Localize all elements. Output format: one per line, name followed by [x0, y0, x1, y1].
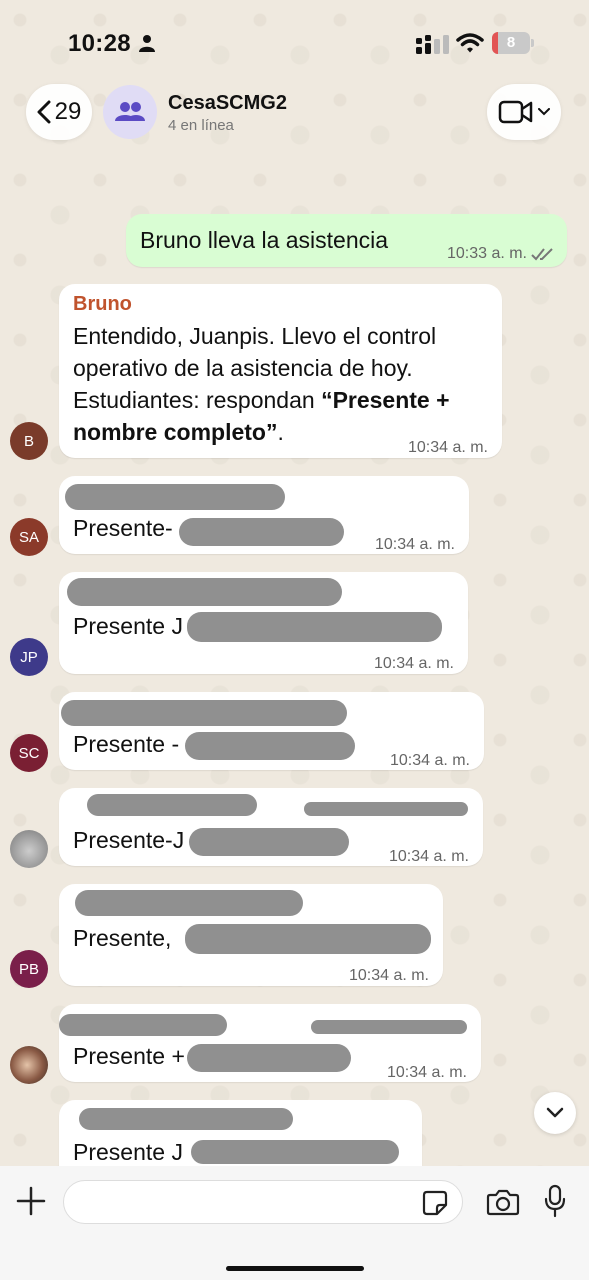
microphone-icon[interactable] [544, 1184, 566, 1218]
scroll-to-bottom-button[interactable] [534, 1092, 576, 1134]
redacted-sender [67, 578, 342, 606]
message-bubble[interactable]: Presente J [59, 1100, 422, 1166]
message-bubble[interactable]: Presente, 10:34 a. m. [59, 884, 443, 986]
message-text: Bruno lleva la asistencia [140, 227, 389, 253]
group-icon [115, 102, 145, 121]
avatar[interactable] [10, 830, 48, 868]
redacted-sender [59, 1014, 227, 1036]
message-time: 10:34 a. m. [348, 967, 429, 984]
redacted-phone [311, 1020, 467, 1034]
avatar[interactable]: JP [10, 638, 48, 676]
message-bubble[interactable]: Presente - 10:34 a. m. [59, 692, 484, 770]
redacted-sender [61, 700, 347, 726]
message-time: 10:34 a. m. [374, 536, 455, 553]
redacted-sender [75, 890, 303, 916]
message-text: Presente- [73, 515, 173, 541]
sender-name: Bruno [73, 293, 132, 315]
camera-icon[interactable] [486, 1188, 520, 1216]
person-icon [139, 35, 155, 52]
avatar[interactable] [10, 1046, 48, 1084]
message-time: 10:34 a. m. [407, 439, 488, 456]
message-text: Presente - [73, 731, 180, 757]
message-bubble[interactable]: Presente + 10:34 a. m. [59, 1004, 481, 1082]
message-time: 10:34 a. m. [386, 1064, 467, 1081]
redacted-text [187, 1044, 351, 1072]
redacted-phone [304, 802, 468, 816]
chevron-down-icon [538, 108, 550, 116]
chat-title[interactable]: CesaSCMG2 [168, 92, 287, 115]
redacted-text [185, 732, 355, 760]
redacted-sender [79, 1108, 293, 1130]
message-bubble[interactable]: Presente J 10:34 a. m. [59, 572, 468, 674]
battery-level: 8 [506, 34, 516, 51]
back-button[interactable]: 29 [26, 84, 92, 140]
message-text: Presente J [73, 1139, 183, 1165]
message-time: 10:33 a. m. [447, 238, 555, 270]
avatar[interactable]: PB [10, 950, 48, 988]
message-text: Presente-J [73, 827, 185, 853]
avatar[interactable]: B [10, 422, 48, 460]
redacted-text [191, 1140, 399, 1164]
signal-icon [416, 35, 449, 54]
chat-subtitle: 4 en línea [168, 117, 234, 134]
avatar[interactable]: SA [10, 518, 48, 556]
message-text: Entendido, Juanpis. Llevo el control ope… [73, 323, 450, 445]
battery-icon: 8 [492, 32, 534, 54]
redacted-text [189, 828, 349, 856]
redacted-sender [65, 484, 285, 510]
status-bar: 10:28 8 [0, 0, 589, 80]
chevron-left-icon [37, 100, 51, 124]
unread-count: 29 [54, 98, 82, 125]
message-time: 10:34 a. m. [373, 655, 454, 672]
message-bubble[interactable]: Bruno Entendido, Juanpis. Llevo el contr… [59, 284, 502, 458]
message-time: 10:34 a. m. [388, 848, 469, 865]
plus-icon[interactable] [16, 1186, 46, 1216]
message-time: 10:34 a. m. [389, 752, 470, 769]
message-text: Presente, [73, 925, 172, 951]
redacted-sender [87, 794, 257, 816]
status-time: 10:28 [68, 30, 131, 57]
chevron-down-icon [546, 1107, 564, 1118]
video-call-button[interactable] [487, 84, 561, 140]
double-check-icon [531, 248, 553, 261]
composer-bar [0, 1166, 589, 1280]
avatar[interactable]: SC [10, 734, 48, 772]
video-camera-icon [498, 100, 533, 124]
message-bubble[interactable]: Presente-J 10:34 a. m. [59, 788, 483, 866]
redacted-text [179, 518, 344, 546]
redacted-text [185, 924, 431, 954]
message-input[interactable] [63, 1180, 463, 1224]
message-bubble[interactable]: Presente- 10:34 a. m. [59, 476, 469, 554]
group-avatar[interactable] [103, 85, 157, 139]
home-indicator [226, 1266, 364, 1271]
message-text: Presente J [73, 613, 183, 639]
wifi-icon [456, 33, 484, 53]
message-text: Presente + [73, 1043, 185, 1069]
sticker-icon[interactable] [422, 1190, 448, 1216]
redacted-text [187, 612, 442, 642]
message-bubble-outgoing[interactable]: Bruno lleva la asistencia 10:33 a. m. [126, 214, 567, 267]
